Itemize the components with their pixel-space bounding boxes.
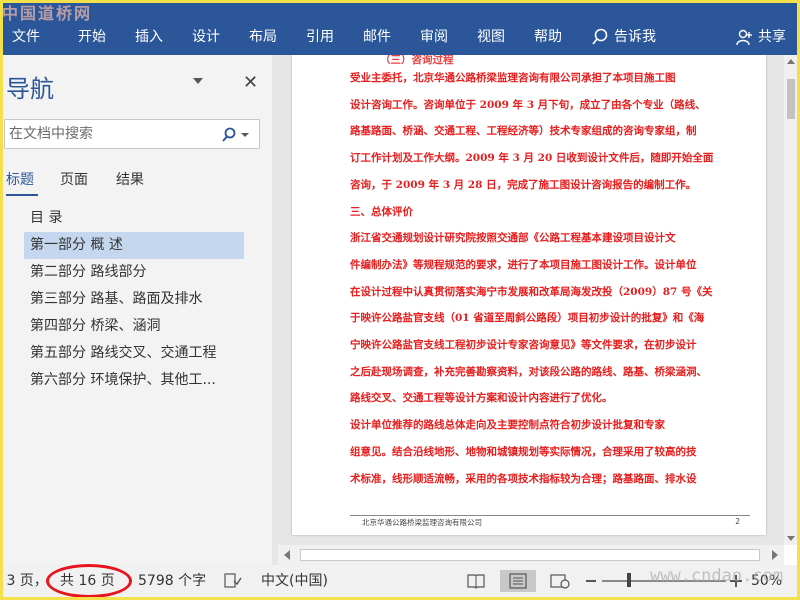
web-layout-icon [550, 574, 570, 589]
document-line: 浙江省交通规划设计研究院按照交通部《公路工程基本建设项目设计文 [350, 232, 676, 245]
tab-review[interactable]: 审阅 [420, 24, 448, 50]
search-input[interactable] [5, 120, 215, 148]
tell-me-box[interactable]: 告诉我 [592, 24, 656, 50]
document-line: 之后赴现场调查，补充完善勘察资料，对该段公路的路线、路基、桥梁涵洞、 [350, 365, 707, 378]
scroll-right-arrow-icon[interactable] [772, 550, 778, 560]
chevron-down-icon [241, 133, 249, 137]
page-indicator[interactable]: 第 3 页， [0, 571, 48, 591]
language-indicator[interactable]: 中文(中国) [261, 571, 328, 591]
document-line: 宁映许公路盐官支线工程初步设计专家咨询意见》等文件要求，在初步设计 [350, 339, 697, 352]
nav-pane-title: 导航 [6, 75, 54, 103]
horizontal-scrollbar[interactable] [278, 545, 784, 565]
ribbon: 中国道桥网 文件 开始 插入 设计 布局 引用 邮件 审阅 视图 帮助 告诉我 … [0, 0, 800, 55]
document-area[interactable]: （三）咨询过程 受业主委托，北京华通公路桥梁监理咨询有限公司承担了本项目施工图 … [278, 55, 784, 545]
tab-home[interactable]: 开始 [78, 24, 106, 50]
heading-item[interactable]: 第三部分 路基、路面及排水 [24, 286, 244, 313]
navigation-pane: 导航 ✕ 标题 页面 结果 目 录 第一部分 概 述 第二部分 路线部分 第三部… [0, 55, 272, 565]
page-layout-icon [509, 573, 527, 589]
zoom-out-button[interactable] [586, 580, 596, 582]
document-line: 设计咨询工作。咨询单位于 2009 年 3 月下旬，成立了由各个专业（路线、 [350, 98, 706, 111]
tab-mailings[interactable]: 邮件 [363, 24, 391, 50]
tab-headings[interactable]: 标题 [6, 169, 34, 189]
heading-item[interactable]: 第五部分 路线交叉、交通工程 [24, 340, 244, 367]
close-icon[interactable]: ✕ [243, 72, 258, 93]
tab-references[interactable]: 引用 [306, 24, 334, 50]
tab-pages[interactable]: 页面 [60, 169, 88, 189]
lightbulb-icon [592, 28, 608, 45]
page-total[interactable]: 共 16 页 [60, 571, 115, 591]
search-box [4, 119, 260, 149]
vertical-scrollbar[interactable] [784, 55, 798, 545]
document-line: 组意见。结合沿线地形、地物和城镇规划等实际情况，合理采用了较高的技 [350, 445, 697, 458]
tab-results[interactable]: 结果 [116, 169, 144, 189]
tab-layout[interactable]: 布局 [249, 24, 277, 50]
tab-view[interactable]: 视图 [477, 24, 505, 50]
watermark-text: 中国道桥网 [2, 4, 93, 23]
zoom-slider-thumb[interactable] [627, 573, 631, 587]
heading-item[interactable]: 第二部分 路线部分 [24, 259, 244, 286]
document-line: 三、总体评价 [350, 205, 413, 218]
status-bar: 第 3 页， 共 16 页 5798 个字 中文(中国) 50% [0, 565, 800, 600]
read-mode-button[interactable] [458, 570, 494, 592]
document-line: 订工作计划及工作大纲。2009 年 3 月 20 日收到设计文件后，随即开始全面 [350, 152, 714, 165]
tell-me-label: 告诉我 [614, 29, 656, 45]
person-add-icon [736, 29, 752, 46]
print-layout-button[interactable] [500, 570, 536, 592]
share-button[interactable]: 共享 [736, 24, 786, 50]
word-count[interactable]: 5798 个字 [138, 571, 206, 591]
web-layout-button[interactable] [542, 570, 578, 592]
search-button[interactable] [221, 126, 255, 144]
heading-item[interactable]: 第六部分 环境保护、其他工... [24, 367, 244, 394]
zoom-slider[interactable] [602, 580, 726, 582]
footer-page-number: 2 [735, 517, 740, 526]
horizontal-scroll-thumb[interactable] [300, 549, 760, 561]
heading-item[interactable]: 目 录 [24, 205, 244, 232]
book-icon [467, 574, 485, 589]
chevron-down-icon[interactable] [192, 76, 204, 86]
heading-list: 目 录 第一部分 概 述 第二部分 路线部分 第三部分 路基、路面及排水 第四部… [24, 205, 244, 394]
document-page[interactable]: （三）咨询过程 受业主委托，北京华通公路桥梁监理咨询有限公司承担了本项目施工图 … [292, 55, 766, 535]
heading-item-selected[interactable]: 第一部分 概 述 [24, 232, 244, 259]
document-line: 在设计过程中认真贯彻落实海宁市发展和改革局海发改投（2009）87 号《关 [350, 285, 713, 298]
document-line: 路线交叉、交通工程等设计方案和设计内容进行了优化。 [350, 392, 613, 405]
search-icon [222, 127, 236, 142]
page-footer: 北京华通公路桥梁监理咨询有限公司 2 [350, 515, 750, 529]
footer-company: 北京华通公路桥梁监理咨询有限公司 [362, 518, 482, 527]
zoom-in-button[interactable] [730, 575, 742, 587]
proofing-icon[interactable] [224, 573, 242, 589]
document-body: 受业主委托，北京华通公路桥梁监理咨询有限公司承担了本项目施工图 设计咨询工作。咨… [350, 65, 750, 492]
tab-design[interactable]: 设计 [192, 24, 220, 50]
vertical-scroll-thumb[interactable] [787, 79, 795, 119]
tab-help[interactable]: 帮助 [534, 24, 562, 50]
share-label: 共享 [758, 29, 786, 45]
document-line: 受业主委托，北京华通公路桥梁监理咨询有限公司承担了本项目施工图 [350, 72, 676, 84]
scroll-up-arrow-icon[interactable] [787, 59, 795, 64]
document-line: 术标准，线形顺适流畅，采用的各项技术指标较为合理；路基路面、排水设 [350, 472, 697, 485]
heading-item[interactable]: 第四部分 桥梁、涵洞 [24, 313, 244, 340]
document-line: 件编制办法》等规程规范的要求，进行了本项目施工图设计工作。设计单位 [350, 258, 697, 271]
scroll-left-arrow-icon[interactable] [284, 550, 290, 560]
document-line: 咨询，于 2009 年 3 月 28 日，完成了施工图设计咨询报告的编制工作。 [350, 178, 697, 191]
document-line: 设计单位推荐的路线总体走向及主要控制点符合初步设计批复和专家 [350, 419, 665, 432]
tab-insert[interactable]: 插入 [135, 24, 163, 50]
scroll-down-arrow-icon[interactable] [787, 536, 795, 541]
active-tab-indicator [6, 194, 38, 196]
tab-file[interactable]: 文件 [12, 24, 40, 50]
document-line: 于映许公路盐官支线（01 省道至周斜公路段）项目初步设计的批复》和《海 [350, 312, 705, 325]
document-partial-heading: （三）咨询过程 [380, 55, 454, 66]
zoom-level[interactable]: 50% [751, 571, 782, 591]
document-line: 路基路面、桥涵、交通工程、工程经济等）技术专家组成的咨询专家组，制 [350, 125, 697, 138]
